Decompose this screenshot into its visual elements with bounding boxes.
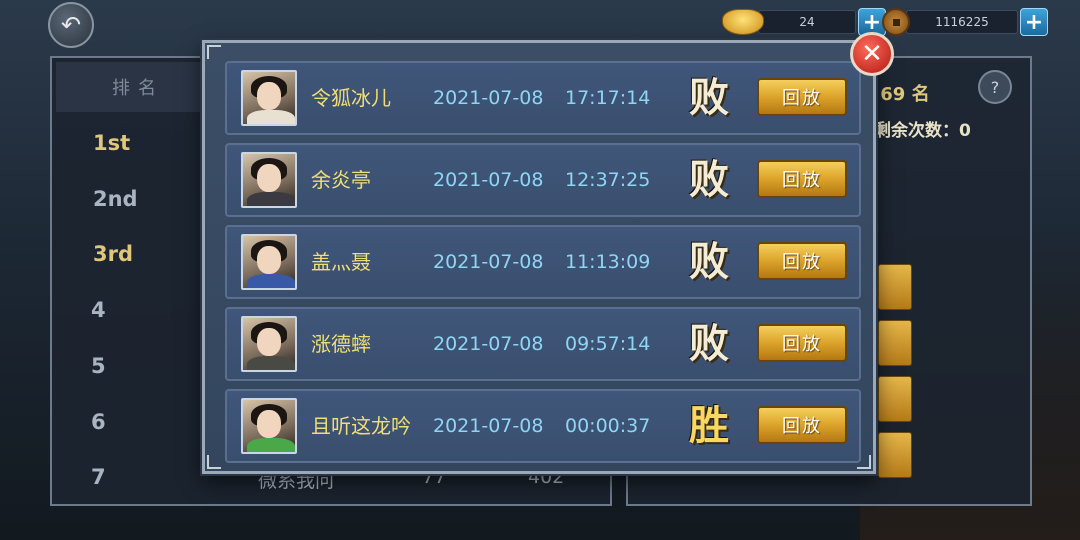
opponent-name: 令狐冰儿 [311,86,391,110]
battle-date: 2021-07-08 [433,415,544,437]
battle-result: 败 [689,74,729,121]
coin-resource: 1116225 + [882,8,1048,36]
gold-ingot-icon [722,9,764,35]
battle-record-row: 且听这龙吟 2021-07-08 00:00:37 胜 回放 [225,389,861,463]
remaining-attempts-text: 剩余次数：0 [874,121,971,141]
add-coin-button[interactable]: + [1020,8,1048,36]
side-action-button[interactable] [878,432,912,478]
side-action-button[interactable] [878,264,912,310]
copper-coin-icon [882,8,910,36]
opponent-avatar [241,234,297,290]
corner-ornament [207,455,221,469]
coin-count: 1116225 [906,10,1018,34]
rank-label: 3rd [93,242,134,266]
battle-time: 12:37:25 [565,169,651,191]
battle-time: 17:17:14 [565,87,651,109]
battle-record-row: 余炎亭 2021-07-08 12:37:25 败 回放 [225,143,861,217]
battle-result: 败 [689,238,729,285]
opponent-avatar [241,70,297,126]
replay-button[interactable]: 回放 [757,78,847,116]
opponent-avatar [241,316,297,372]
opponent-name: 且听这龙吟 [311,414,411,438]
rank-column-header: 排名 [56,62,220,112]
replay-button[interactable]: 回放 [757,242,847,280]
battle-result: 胜 [689,402,729,449]
battle-result: 败 [689,156,729,203]
opponent-avatar [241,152,297,208]
battle-date: 2021-07-08 [433,333,544,355]
battle-date: 2021-07-08 [433,169,544,191]
battle-time: 00:00:37 [565,415,651,437]
opponent-name: 余炎亭 [311,168,371,192]
back-button[interactable]: ↶ [48,2,94,48]
replay-button[interactable]: 回放 [757,160,847,198]
corner-ornament [207,45,221,59]
ingot-count: 24 [758,10,856,34]
rank-label: 1st [93,131,131,155]
battle-record-dialog: 令狐冰儿 2021-07-08 17:17:14 败 回放 余炎亭 2021-0… [202,40,876,474]
battle-result: 败 [689,320,729,367]
close-dialog-button[interactable]: ✕ [850,32,894,76]
battle-record-row: 涨德蟀 2021-07-08 09:57:14 败 回放 [225,307,861,381]
side-action-button[interactable] [878,320,912,366]
ingot-resource: 24 + [722,8,886,36]
rank-label: 7 [91,465,106,489]
opponent-name: 盖灬聂 [311,250,371,274]
replay-button[interactable]: 回放 [757,324,847,362]
rank-label: 5 [91,354,106,378]
battle-date: 2021-07-08 [433,87,544,109]
battle-record-row: 令狐冰儿 2021-07-08 17:17:14 败 回放 [225,61,861,135]
battle-time: 11:13:09 [565,251,651,273]
battle-record-row: 盖灬聂 2021-07-08 11:13:09 败 回放 [225,225,861,299]
close-icon: ✕ [861,39,883,69]
battle-time: 09:57:14 [565,333,651,355]
opponent-name: 涨德蟀 [311,332,371,356]
rank-label: 6 [91,410,106,434]
replay-button[interactable]: 回放 [757,406,847,444]
back-arrow-icon: ↶ [60,11,82,39]
help-button[interactable]: ? [978,70,1012,104]
rank-label: 4 [91,298,106,322]
side-action-button[interactable] [878,376,912,422]
rank-label: 2nd [93,187,138,211]
battle-date: 2021-07-08 [433,251,544,273]
opponent-avatar [241,398,297,454]
